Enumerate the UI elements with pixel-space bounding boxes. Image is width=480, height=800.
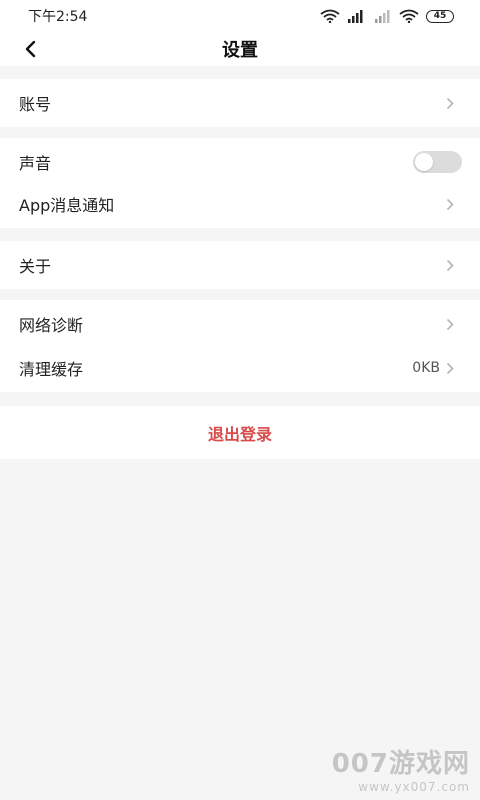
clear-cache-row[interactable]: 清理缓存 0KB [0, 344, 480, 392]
network-label: 网络诊断 [19, 316, 84, 335]
sound-row: 声音 [0, 138, 480, 186]
cache-right: 0KB [412, 360, 454, 376]
notification-label: App消息通知 [19, 196, 115, 215]
chevron-right-icon [446, 259, 454, 271]
status-bar: 下午2:54 45 [0, 0, 480, 32]
clear-cache-label: 清理缓存 [19, 360, 84, 379]
toggle-knob [415, 153, 433, 171]
status-icons: 45 [320, 9, 454, 23]
page-title: 设置 [222, 40, 258, 61]
account-row[interactable]: 账号 [0, 79, 480, 127]
network-cache-group: 网络诊断 清理缓存 0KB [0, 300, 480, 392]
sound-toggle[interactable] [413, 151, 462, 173]
sound-label: 声音 [19, 154, 52, 173]
status-time: 下午2:54 [28, 9, 88, 25]
logout-button[interactable]: 退出登录 [0, 406, 480, 459]
chevron-right-icon [446, 362, 454, 374]
network-row[interactable]: 网络诊断 [0, 300, 480, 348]
about-row[interactable]: 关于 [0, 241, 480, 289]
wifi-icon-2 [399, 9, 419, 23]
about-group: 关于 [0, 241, 480, 289]
account-group: 账号 [0, 79, 480, 127]
chevron-right-icon [446, 97, 454, 109]
back-arrow-icon [25, 40, 36, 58]
wifi-icon [320, 9, 340, 23]
watermark: 007游戏网 www.yx007.com [332, 743, 470, 794]
sound-notify-group: 声音 App消息通知 [0, 138, 480, 228]
back-button[interactable] [14, 32, 46, 66]
notification-row[interactable]: App消息通知 [0, 180, 480, 228]
chevron-right-icon [446, 198, 454, 210]
logout-label: 退出登录 [207, 424, 272, 444]
nav-bar: 设置 [0, 32, 480, 66]
settings-screen: 下午2:54 45 设置 账号 声音 App消息通知 关于 网络诊断 清理缓存 … [0, 0, 480, 800]
account-label: 账号 [19, 95, 52, 114]
watermark-brand: 007游戏网 [331, 749, 470, 779]
hd-signal-icon [348, 10, 363, 23]
chevron-right-icon [446, 318, 454, 330]
battery-level: 45 [433, 10, 447, 21]
battery-icon: 45 [426, 9, 454, 23]
cache-size: 0KB [412, 360, 440, 376]
logout-group: 退出登录 [0, 406, 480, 459]
about-label: 关于 [19, 257, 52, 276]
watermark-url: www.yx007.com [358, 780, 470, 794]
signal-icon [375, 10, 390, 23]
